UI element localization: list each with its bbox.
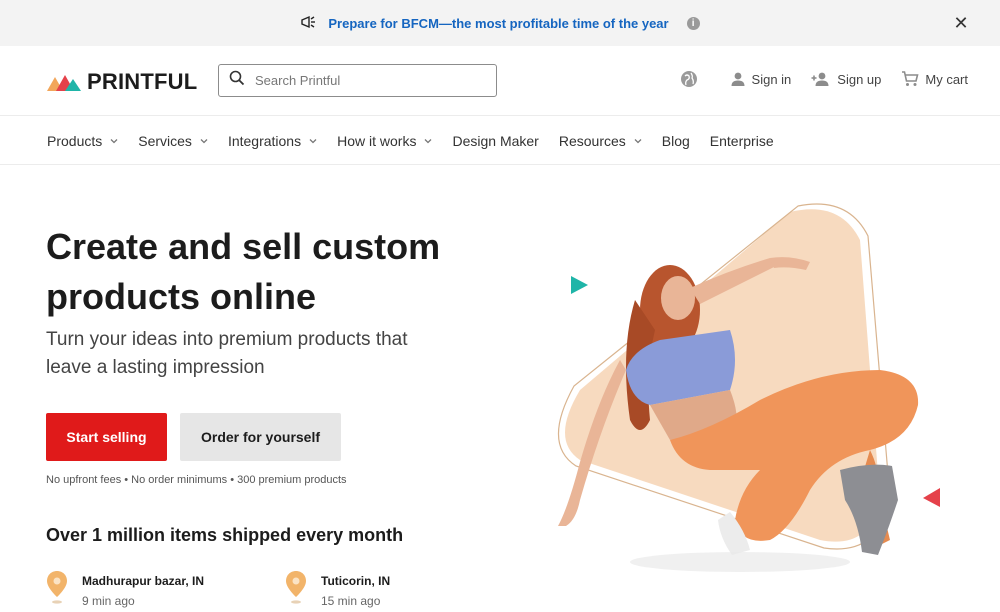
info-icon[interactable]: i [686, 16, 700, 30]
nav-item-label: Resources [558, 132, 626, 149]
user-icon [731, 72, 745, 86]
chevron-down-icon [634, 138, 642, 143]
nav-item-products[interactable]: Products [47, 133, 118, 149]
sign-in-link[interactable]: Sign in [730, 71, 792, 87]
search-input[interactable] [255, 73, 475, 88]
chevron-down-icon [309, 138, 317, 143]
sign-in-label: Sign in [751, 71, 792, 87]
nav-item-label: Design Maker [452, 132, 539, 149]
hero-subtitle: Turn your ideas into premium products th… [46, 326, 466, 382]
red-triangle-icon [923, 488, 940, 507]
printful-logo[interactable]: PRINTFUL [47, 69, 197, 95]
announcement-text[interactable]: Prepare for BFCM—the most profitable tim… [328, 16, 668, 31]
chevron-down-icon [425, 138, 432, 143]
nav-item-services[interactable]: Services [138, 133, 208, 149]
teal-triangle-icon [571, 276, 588, 294]
chevron-down-icon [110, 138, 118, 143]
nav-item-enterprise[interactable]: Enterprise [710, 133, 774, 149]
announcement-bar: Prepare for BFCM—the most profitable tim… [0, 0, 1000, 46]
nav-item-design-maker[interactable]: Design Maker [452, 133, 538, 149]
shipment-item: Madhurapur bazar, IN 9 min ago [46, 570, 204, 608]
hero-title-line-1: Create and sell custom [46, 226, 441, 267]
shipment-item: Tuticorin, IN 15 min ago [285, 570, 390, 608]
shipment-city: Madhurapur bazar, IN [82, 574, 205, 588]
logo-mark-icon [47, 75, 81, 91]
add-user-icon [811, 72, 829, 86]
search-icon [229, 70, 245, 91]
nav-item-label: Integrations [227, 132, 302, 149]
nav-item-label: Blog [661, 132, 690, 149]
search-box[interactable] [218, 64, 497, 97]
hero-image [557, 203, 940, 572]
shipment-time: 15 min ago [321, 594, 381, 608]
cart-icon [902, 71, 919, 86]
order-for-yourself-button[interactable]: Order for yourself [180, 413, 341, 461]
hero-title-line-2: products online [46, 276, 316, 317]
nav-item-integrations[interactable]: Integrations [228, 133, 317, 149]
nav-item-label: Enterprise [709, 132, 774, 149]
hero-subtitle-line-1: Turn your ideas into premium products th… [46, 329, 408, 350]
nav-item-label: How it works [337, 132, 417, 149]
shipment-time: 9 min ago [82, 594, 135, 608]
nav-item-resources[interactable]: Resources [559, 133, 642, 149]
hero-title: Create and sell custom products online [46, 222, 476, 322]
chevron-down-icon [200, 138, 208, 143]
main-nav: Products Services Integrations How it wo… [0, 117, 1000, 165]
nav-item-label: Services [138, 132, 192, 149]
close-icon[interactable]: ✕ [952, 13, 970, 33]
header-actions: Sign in Sign up My cart [680, 70, 968, 88]
fine-print: No upfront fees • No order minimums • 30… [46, 474, 347, 486]
shipment-city: Tuticorin, IN [321, 574, 391, 588]
nav-item-how-it-works[interactable]: How it works [337, 133, 432, 149]
hero-subtitle-line-2: leave a lasting impression [46, 357, 265, 378]
globe-icon[interactable] [680, 70, 698, 88]
site-header: PRINTFUL Sign in [0, 46, 1000, 116]
sign-up-label: Sign up [837, 71, 882, 87]
shipped-heading: Over 1 million items shipped every month [46, 525, 404, 545]
announcement-message[interactable]: Prepare for BFCM—the most profitable tim… [300, 15, 700, 32]
start-selling-button[interactable]: Start selling [46, 413, 167, 461]
logo-text: PRINTFUL [87, 69, 198, 94]
sign-up-link[interactable]: Sign up [811, 71, 881, 87]
nav-item-blog[interactable]: Blog [662, 133, 690, 149]
megaphone-icon [300, 15, 318, 32]
cart-label: My cart [925, 71, 968, 87]
location-pin-icon [47, 571, 67, 604]
location-pin-icon [286, 571, 306, 604]
nav-item-label: Products [47, 132, 103, 149]
cart-link[interactable]: My cart [901, 71, 968, 87]
